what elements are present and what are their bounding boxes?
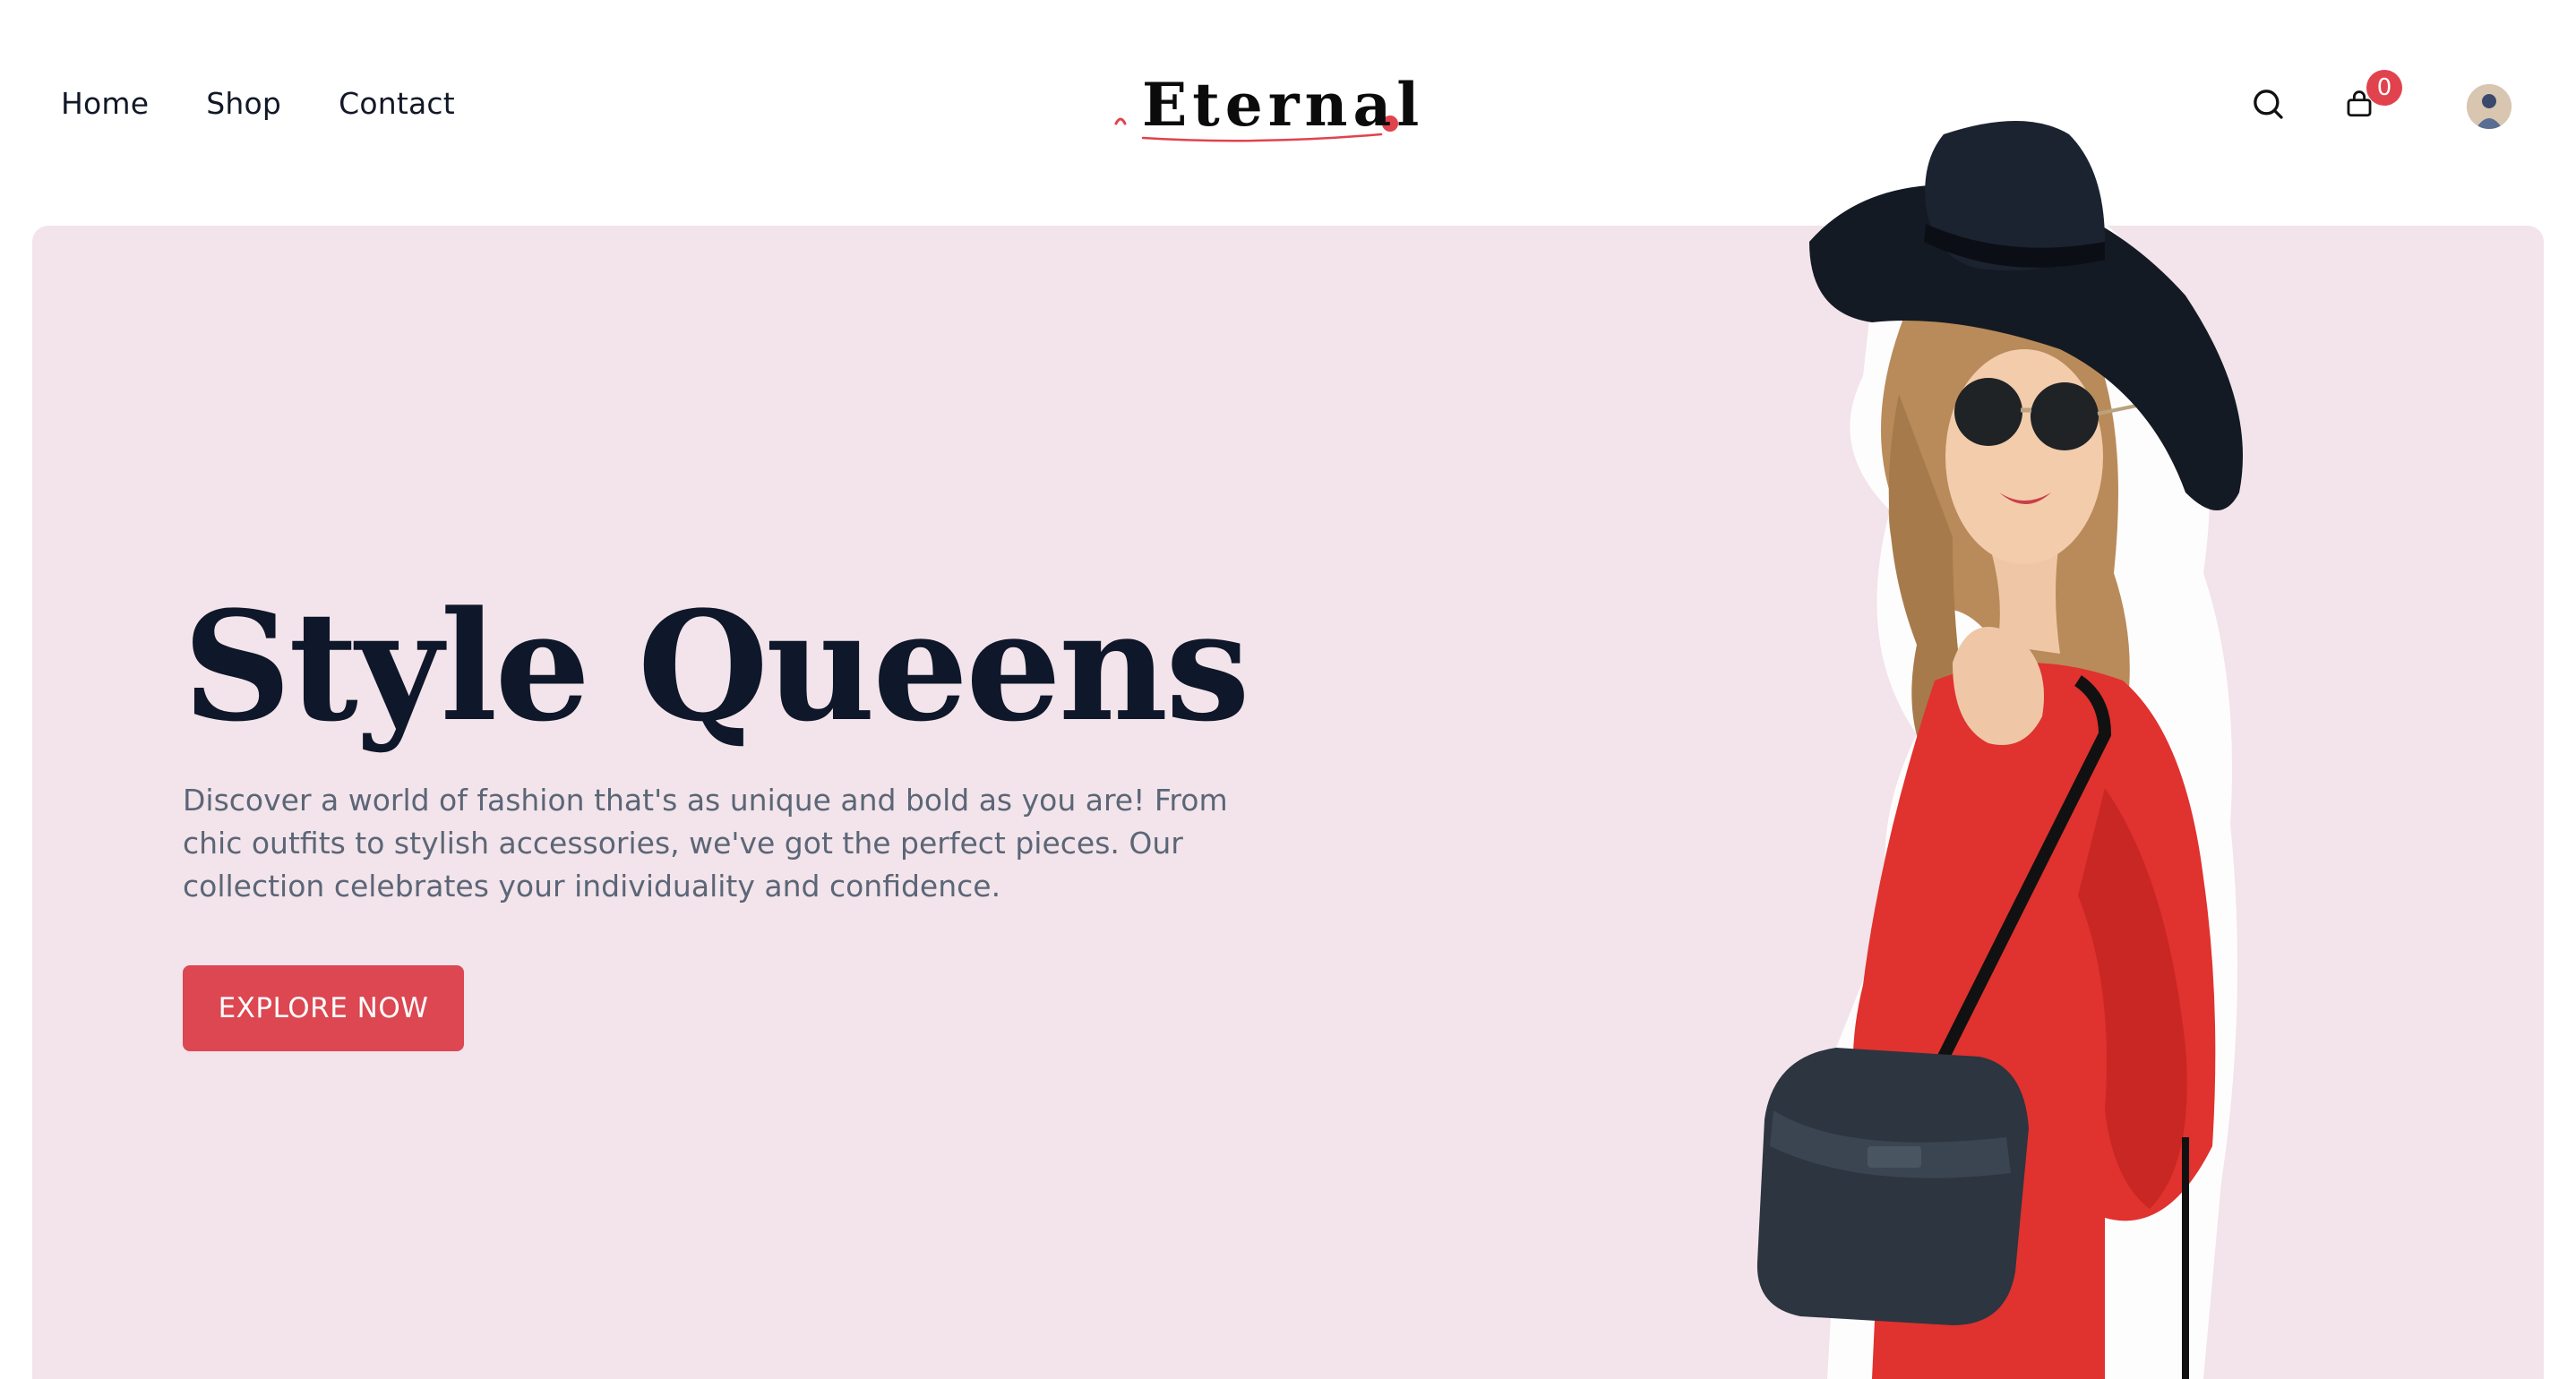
hero-description: Discover a world of fashion that's as un… <box>183 783 1228 904</box>
hero-model-image <box>1756 121 2243 1379</box>
avatar-image <box>2467 84 2512 129</box>
explore-now-button[interactable]: EXPLORE NOW <box>183 965 464 1051</box>
page: Home Shop Contact Eternal 0 Style Queens… <box>0 0 2576 1379</box>
cart-count-badge: 0 <box>2366 70 2402 106</box>
hero-title: Style Queens <box>183 578 1250 755</box>
user-avatar[interactable] <box>2467 84 2512 129</box>
